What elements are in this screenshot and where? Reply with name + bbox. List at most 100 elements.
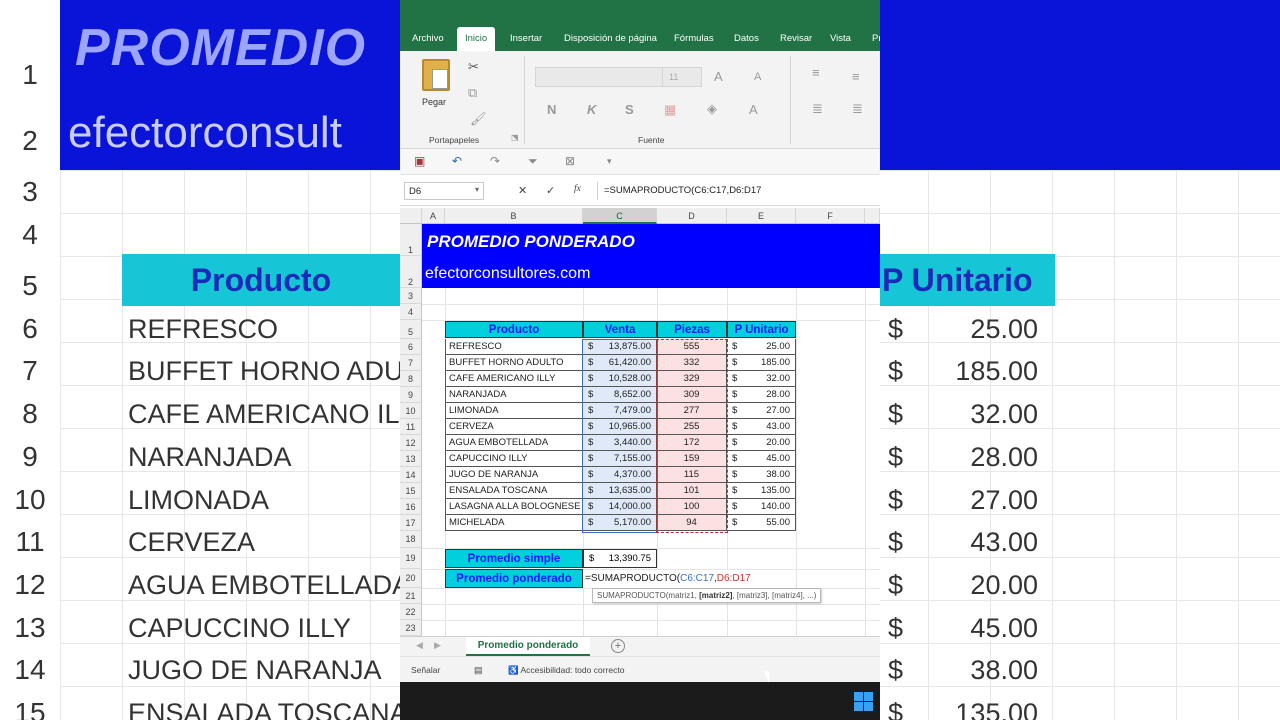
- column-header-d[interactable]: D: [657, 208, 727, 224]
- accessibility-status[interactable]: ♿ Accesibilidad: todo correcto: [508, 665, 624, 676]
- enter-icon[interactable]: ✓: [546, 184, 555, 197]
- font-color-icon[interactable]: A: [749, 102, 758, 117]
- cell-venta[interactable]: $14,000.00: [583, 499, 657, 515]
- cell-producto[interactable]: LASAGNA ALLA BOLOGNESE: [445, 499, 583, 515]
- cell-punitario[interactable]: $20.00: [727, 435, 796, 451]
- sort-icon[interactable]: ⊠: [565, 154, 575, 168]
- tab-formulas[interactable]: Fórmulas: [674, 33, 714, 44]
- tab-more[interactable]: Pr: [872, 33, 880, 44]
- row-header[interactable]: 18: [400, 531, 422, 548]
- sheet-subtitle[interactable]: efectorconsultores.com: [425, 265, 590, 283]
- row-header[interactable]: 15: [400, 483, 422, 499]
- cell-punitario[interactable]: $43.00: [727, 419, 796, 435]
- copy-icon[interactable]: ⧉: [468, 85, 477, 101]
- shrink-font-icon[interactable]: A: [754, 71, 761, 83]
- cell-venta[interactable]: $8,652.00: [583, 387, 657, 403]
- column-header-c[interactable]: C: [583, 208, 657, 224]
- cell-piezas[interactable]: 309: [657, 387, 727, 403]
- save-icon[interactable]: ▣: [414, 154, 425, 168]
- cell-piezas[interactable]: 159: [657, 451, 727, 467]
- insert-function-icon[interactable]: fx: [574, 184, 581, 194]
- row-header[interactable]: 4: [400, 304, 422, 320]
- select-all-corner[interactable]: [400, 208, 422, 224]
- header-venta[interactable]: Venta: [583, 321, 657, 338]
- cell-piezas[interactable]: 332: [657, 355, 727, 371]
- column-header-f[interactable]: F: [796, 208, 865, 224]
- column-header-e[interactable]: E: [727, 208, 796, 224]
- row-header[interactable]: 1: [400, 224, 422, 256]
- align-top-icon[interactable]: ≡: [812, 65, 820, 80]
- row-header[interactable]: 7: [400, 355, 422, 371]
- cell-producto[interactable]: NARANJADA: [445, 387, 583, 403]
- promedio-simple-value[interactable]: $13,390.75: [583, 549, 657, 568]
- align-center-icon[interactable]: ≣: [852, 101, 863, 117]
- dialog-launcher-icon[interactable]: ⬔: [511, 133, 519, 142]
- cell-producto[interactable]: AGUA EMBOTELLADA: [445, 435, 583, 451]
- row-header[interactable]: 14: [400, 467, 422, 483]
- grow-font-icon[interactable]: A: [714, 69, 723, 84]
- row-header[interactable]: 11: [400, 419, 422, 435]
- paste-button[interactable]: Pegar: [422, 97, 446, 107]
- cell-piezas[interactable]: 329: [657, 371, 727, 387]
- cell-venta[interactable]: $10,965.00: [583, 419, 657, 435]
- cell-piezas[interactable]: 277: [657, 403, 727, 419]
- cell-venta[interactable]: $10,528.00: [583, 371, 657, 387]
- cell-venta[interactable]: $7,479.00: [583, 403, 657, 419]
- row-header[interactable]: 19: [400, 548, 422, 569]
- header-punitario[interactable]: P Unitario: [727, 321, 796, 338]
- row-header[interactable]: 13: [400, 451, 422, 467]
- cell-punitario[interactable]: $55.00: [727, 515, 796, 531]
- cell-piezas[interactable]: 255: [657, 419, 727, 435]
- cell-producto[interactable]: REFRESCO: [445, 339, 583, 355]
- font-size-combo[interactable]: 11: [662, 67, 702, 87]
- tab-archivo[interactable]: Archivo: [412, 33, 444, 44]
- promedio-simple-label[interactable]: Promedio simple: [445, 549, 583, 568]
- cell-venta[interactable]: $7,155.00: [583, 451, 657, 467]
- undo-icon[interactable]: ↶: [452, 154, 462, 168]
- fill-color-icon[interactable]: ◈: [707, 101, 717, 117]
- cell-punitario[interactable]: $140.00: [727, 499, 796, 515]
- cell-venta[interactable]: $13,635.00: [583, 483, 657, 499]
- formula-input[interactable]: =SUMAPRODUCTO(C6:C17,D6:D17: [597, 182, 880, 200]
- cell-piezas[interactable]: 101: [657, 483, 727, 499]
- tab-revisar[interactable]: Revisar: [780, 33, 812, 44]
- row-header[interactable]: 16: [400, 499, 422, 515]
- cell-piezas[interactable]: 115: [657, 467, 727, 483]
- row-header[interactable]: 22: [400, 604, 422, 620]
- cell-punitario[interactable]: $25.00: [727, 339, 796, 355]
- row-header[interactable]: 8: [400, 371, 422, 387]
- cell-venta[interactable]: $3,440.00: [583, 435, 657, 451]
- cell-punitario[interactable]: $135.00: [727, 483, 796, 499]
- cut-icon[interactable]: ✂: [468, 59, 479, 75]
- header-piezas[interactable]: Piezas: [657, 321, 727, 338]
- align-left-icon[interactable]: ≣: [812, 101, 823, 117]
- cell-producto[interactable]: MICHELADA: [445, 515, 583, 531]
- align-middle-icon[interactable]: ≡: [852, 69, 860, 84]
- row-header[interactable]: 17: [400, 515, 422, 531]
- cell-venta[interactable]: $61,420.00: [583, 355, 657, 371]
- cell-producto[interactable]: ENSALADA TOSCANA: [445, 483, 583, 499]
- filter-icon[interactable]: ⏷: [528, 154, 538, 169]
- cell-piezas[interactable]: 555: [657, 339, 727, 355]
- cell-venta[interactable]: $5,170.00: [583, 515, 657, 531]
- macro-record-icon[interactable]: ▤: [474, 665, 483, 676]
- row-header[interactable]: 5: [400, 320, 422, 339]
- column-header-a[interactable]: A: [422, 208, 445, 224]
- cell-producto[interactable]: BUFFET HORNO ADULTO: [445, 355, 583, 371]
- promedio-ponderado-label[interactable]: Promedio ponderado: [445, 569, 583, 588]
- row-header[interactable]: 6: [400, 339, 422, 355]
- cell-producto[interactable]: JUGO DE NARANJA: [445, 467, 583, 483]
- row-header[interactable]: 9: [400, 387, 422, 403]
- prev-sheet-icon[interactable]: ◀: [416, 640, 423, 651]
- tab-vista[interactable]: Vista: [830, 33, 851, 44]
- tab-inicio[interactable]: Inicio: [457, 27, 496, 51]
- sheet-title[interactable]: PROMEDIO PONDERADO: [427, 232, 635, 252]
- tab-insertar[interactable]: Insertar: [510, 33, 542, 44]
- header-producto[interactable]: Producto: [445, 321, 583, 338]
- column-header-g[interactable]: [865, 208, 880, 224]
- cell-punitario[interactable]: $32.00: [727, 371, 796, 387]
- cell-producto[interactable]: CAPUCCINO ILLY: [445, 451, 583, 467]
- row-header[interactable]: 23: [400, 620, 422, 636]
- cell-punitario[interactable]: $27.00: [727, 403, 796, 419]
- customize-qat-icon[interactable]: ▾: [607, 156, 612, 167]
